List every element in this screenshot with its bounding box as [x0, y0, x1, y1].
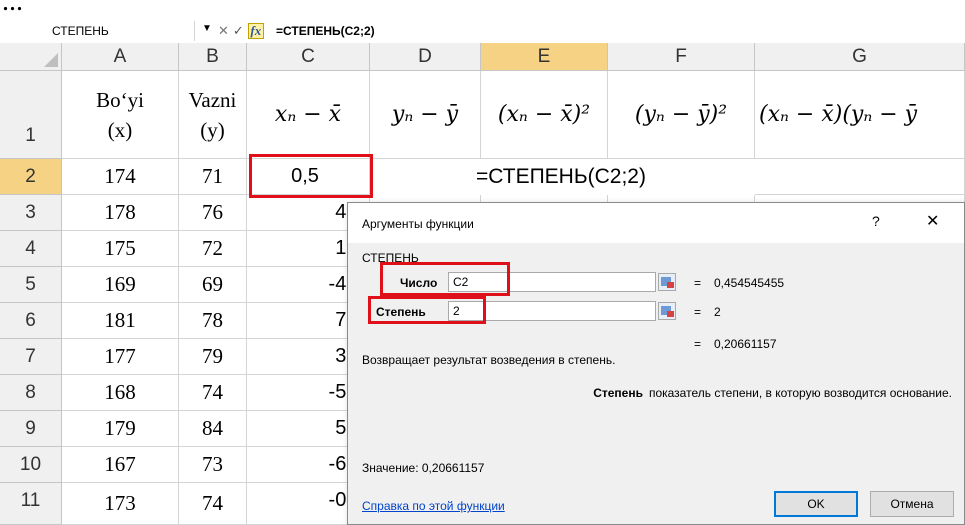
header-weight-symbol: (y): [200, 117, 225, 142]
row-header-2[interactable]: 2: [0, 159, 62, 195]
table-row-cell-a[interactable]: 178: [62, 195, 179, 231]
cancel-button[interactable]: Отмена: [870, 491, 954, 517]
cell-edit-formula: =СТЕПЕНЬ(C2;2): [476, 165, 646, 188]
table-row-cell-b[interactable]: 79: [179, 339, 247, 375]
cell-d1[interactable]: yₙ − ȳ: [370, 71, 481, 159]
table-row-cell-a[interactable]: 168: [62, 375, 179, 411]
table-row-cell-a[interactable]: 181: [62, 303, 179, 339]
argument-equals: =: [694, 276, 702, 290]
header-height-label: Bo‘yi: [96, 87, 144, 112]
table-row-cell-b[interactable]: 69: [179, 267, 247, 303]
dialog-title-bar: Аргументы функции ? ✕: [348, 203, 964, 243]
help-link[interactable]: Справка по этой функции: [362, 499, 505, 513]
row-header-3[interactable]: 3: [0, 195, 62, 231]
row-header-4[interactable]: 4: [0, 231, 62, 267]
header-y-deviation-squared: (yₙ − ȳ)²: [634, 102, 728, 127]
cell-e1[interactable]: (xₙ − x̄)²: [481, 71, 608, 159]
column-header-e[interactable]: E: [481, 43, 608, 71]
column-header-d[interactable]: D: [370, 43, 481, 71]
row-header-6[interactable]: 6: [0, 303, 62, 339]
close-icon[interactable]: ✕: [926, 211, 939, 231]
cell-c1[interactable]: xₙ − x̄: [247, 71, 370, 159]
argument-label-power: Степень: [376, 305, 426, 319]
argument-equals: =: [694, 305, 702, 319]
cropped-caption: ...: [2, 0, 23, 17]
header-x-deviation-squared: (xₙ − x̄)²: [497, 102, 591, 127]
help-icon[interactable]: ?: [872, 213, 880, 229]
row-header-8[interactable]: 8: [0, 375, 62, 411]
parameter-description: Степень показатель степени, в которую воз…: [362, 386, 952, 400]
select-all-corner[interactable]: [0, 43, 62, 71]
ok-button[interactable]: OK: [774, 491, 858, 517]
chevron-down-icon[interactable]: ▼: [202, 23, 212, 34]
table-row-cell-a[interactable]: 179: [62, 411, 179, 447]
argument-input-power[interactable]: 2: [448, 301, 656, 321]
table-row-cell-a[interactable]: 175: [62, 231, 179, 267]
cancel-entry-icon[interactable]: ✕: [218, 23, 229, 39]
column-header-a[interactable]: A: [62, 43, 179, 71]
function-description: Возвращает результат возведения в степен…: [362, 353, 616, 367]
argument-row-power: Степень 2 = 2: [348, 301, 964, 323]
table-row-cell-b[interactable]: 72: [179, 231, 247, 267]
table-row-cell-b[interactable]: 76: [179, 195, 247, 231]
table-row-cell-a[interactable]: 167: [62, 447, 179, 483]
cell-d2-editing[interactable]: =СТЕПЕНЬ(C2;2): [370, 159, 752, 195]
table-row-cell-c[interactable]: 0,5: [247, 159, 370, 195]
range-select-icon[interactable]: [658, 302, 676, 320]
row-header-10[interactable]: 10: [0, 447, 62, 483]
table-row-cell-a[interactable]: 177: [62, 339, 179, 375]
cell-g1[interactable]: (xₙ − x̄)(yₙ − ȳ: [755, 71, 965, 159]
column-header-g[interactable]: G: [755, 43, 965, 71]
header-x-deviation: xₙ − x̄: [274, 102, 342, 127]
table-row-cell-b[interactable]: 78: [179, 303, 247, 339]
column-header-c[interactable]: C: [247, 43, 370, 71]
name-box[interactable]: СТЕПЕНЬ: [0, 21, 195, 41]
cell-b1[interactable]: Vazni (y): [179, 71, 247, 159]
parameter-text: показатель степени, в которую возводится…: [648, 386, 952, 400]
dialog-title: Аргументы функции: [362, 217, 474, 231]
function-name-label: СТЕПЕНЬ: [362, 251, 419, 265]
function-arguments-dialog: Аргументы функции ? ✕ СТЕПЕНЬ Число C2 =…: [347, 202, 965, 525]
table-row-cell-b[interactable]: 74: [179, 375, 247, 411]
table-row-cell-b[interactable]: 73: [179, 447, 247, 483]
header-xy-product: (xₙ − x̄)(yₙ − ȳ: [759, 102, 918, 127]
argument-label-number: Число: [400, 276, 438, 290]
argument-row-number: Число C2 = 0,454545455: [348, 272, 964, 294]
row-header-5[interactable]: 5: [0, 267, 62, 303]
column-header-f[interactable]: F: [608, 43, 755, 71]
row-header-9[interactable]: 9: [0, 411, 62, 447]
argument-result-power: 2: [714, 305, 721, 319]
formula-result-value: 0,20661157: [714, 337, 777, 351]
formula-input[interactable]: =СТЕПЕНЬ(C2;2): [276, 21, 375, 41]
insert-function-icon[interactable]: fx: [247, 23, 264, 39]
table-row-cell-b[interactable]: 74: [179, 483, 247, 525]
cell-f1[interactable]: (yₙ − ȳ)²: [608, 71, 755, 159]
confirm-entry-icon[interactable]: ✓: [233, 23, 244, 39]
header-y-deviation: yₙ − ȳ: [391, 102, 459, 127]
table-row-cell-a[interactable]: 174: [62, 159, 179, 195]
cell-g2[interactable]: [755, 159, 965, 195]
table-row-cell-b[interactable]: 71: [179, 159, 247, 195]
table-row-cell-b[interactable]: 84: [179, 411, 247, 447]
range-select-icon[interactable]: [658, 273, 676, 291]
row-header-11[interactable]: 11: [0, 483, 62, 525]
row-header-1[interactable]: 1: [0, 71, 62, 159]
value-line: Значение: 0,20661157: [362, 461, 485, 475]
column-header-b[interactable]: B: [179, 43, 247, 71]
formula-bar: СТЕПЕНЬ ▼ ✕ ✓ fx =СТЕПЕНЬ(C2;2): [0, 20, 965, 44]
cell-a1[interactable]: Bo‘yi (x): [62, 71, 179, 159]
row-header-7[interactable]: 7: [0, 339, 62, 375]
argument-result-number: 0,454545455: [714, 276, 785, 290]
parameter-name: Степень: [593, 386, 643, 400]
header-weight-label: Vazni: [188, 87, 237, 112]
header-height-symbol: (x): [107, 117, 133, 142]
table-row-cell-a[interactable]: 173: [62, 483, 179, 525]
formula-result-equals: =: [694, 337, 702, 351]
argument-input-number[interactable]: C2: [448, 272, 656, 292]
table-row-cell-a[interactable]: 169: [62, 267, 179, 303]
